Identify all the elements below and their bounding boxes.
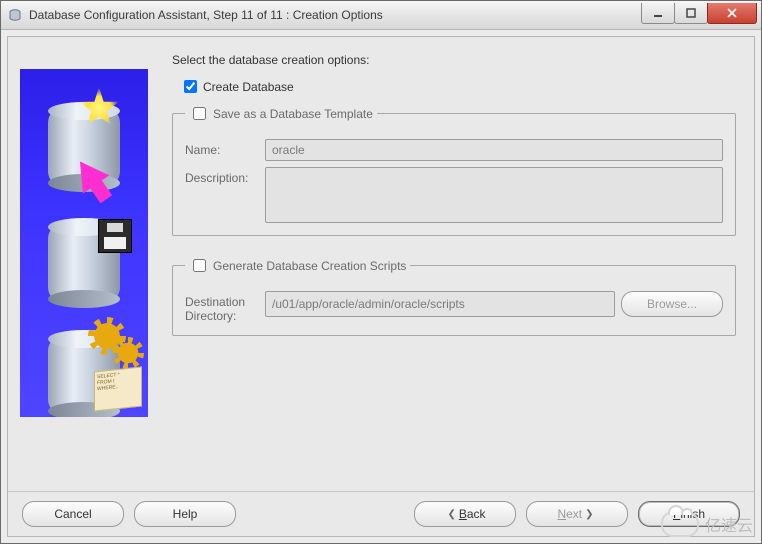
template-desc-label: Description: bbox=[185, 167, 265, 185]
maximize-button[interactable] bbox=[674, 3, 708, 24]
create-database-label: Create Database bbox=[203, 80, 294, 94]
next-arrow-icon: ❯ bbox=[585, 509, 593, 520]
generate-scripts-checkbox[interactable] bbox=[193, 259, 206, 272]
destination-input[interactable] bbox=[265, 291, 615, 317]
template-name-row: Name: bbox=[185, 139, 723, 161]
template-name-label: Name: bbox=[185, 139, 265, 157]
back-label: ack bbox=[467, 507, 486, 521]
floppy-icon bbox=[98, 219, 132, 253]
script-scroll-icon: SELECT *FROM tWHERE.. bbox=[94, 366, 142, 411]
gear-icon bbox=[116, 341, 140, 365]
save-template-legend-label: Save as a Database Template bbox=[213, 107, 373, 121]
titlebar: Database Configuration Assistant, Step 1… bbox=[1, 1, 761, 30]
window-frame: Database Configuration Assistant, Step 1… bbox=[0, 0, 762, 544]
form-area: Select the database creation options: Cr… bbox=[148, 37, 754, 491]
create-database-checkbox[interactable] bbox=[184, 80, 197, 93]
app-icon bbox=[7, 7, 23, 23]
destination-label: Destination Directory: bbox=[185, 291, 265, 323]
finish-button[interactable]: Finish bbox=[638, 501, 740, 527]
wizard-illustration: SELECT *FROM tWHERE.. bbox=[20, 69, 148, 417]
generate-scripts-group: Generate Database Creation Scripts Desti… bbox=[172, 256, 736, 336]
close-button[interactable] bbox=[707, 3, 757, 24]
template-name-input[interactable] bbox=[265, 139, 723, 161]
generate-scripts-legend[interactable]: Generate Database Creation Scripts bbox=[185, 256, 410, 275]
browse-button[interactable]: Browse... bbox=[621, 291, 723, 317]
footer: Cancel Help ❮ Back Next ❯ Finish bbox=[8, 491, 754, 536]
save-template-checkbox[interactable] bbox=[193, 107, 206, 120]
cancel-button[interactable]: Cancel bbox=[22, 501, 124, 527]
save-template-legend[interactable]: Save as a Database Template bbox=[185, 104, 377, 123]
next-button[interactable]: Next ❯ bbox=[526, 501, 628, 527]
content-row: SELECT *FROM tWHERE.. Select the databas… bbox=[8, 37, 754, 491]
template-desc-row: Description: bbox=[185, 167, 723, 223]
generate-scripts-legend-label: Generate Database Creation Scripts bbox=[213, 259, 406, 273]
finish-label: inish bbox=[680, 507, 705, 521]
window-title: Database Configuration Assistant, Step 1… bbox=[29, 8, 642, 22]
prompt-text: Select the database creation options: bbox=[172, 53, 736, 67]
back-button[interactable]: ❮ Back bbox=[414, 501, 516, 527]
minimize-button[interactable] bbox=[641, 3, 675, 24]
create-database-option[interactable]: Create Database bbox=[180, 77, 736, 96]
save-template-group: Save as a Database Template Name: Descri… bbox=[172, 104, 736, 236]
destination-row: Destination Directory: Browse... bbox=[185, 291, 723, 323]
help-button[interactable]: Help bbox=[134, 501, 236, 527]
template-desc-input[interactable] bbox=[265, 167, 723, 223]
client-area: SELECT *FROM tWHERE.. Select the databas… bbox=[7, 36, 755, 537]
back-arrow-icon: ❮ bbox=[447, 509, 455, 520]
next-label: ext bbox=[566, 507, 582, 521]
window-buttons bbox=[642, 3, 761, 23]
